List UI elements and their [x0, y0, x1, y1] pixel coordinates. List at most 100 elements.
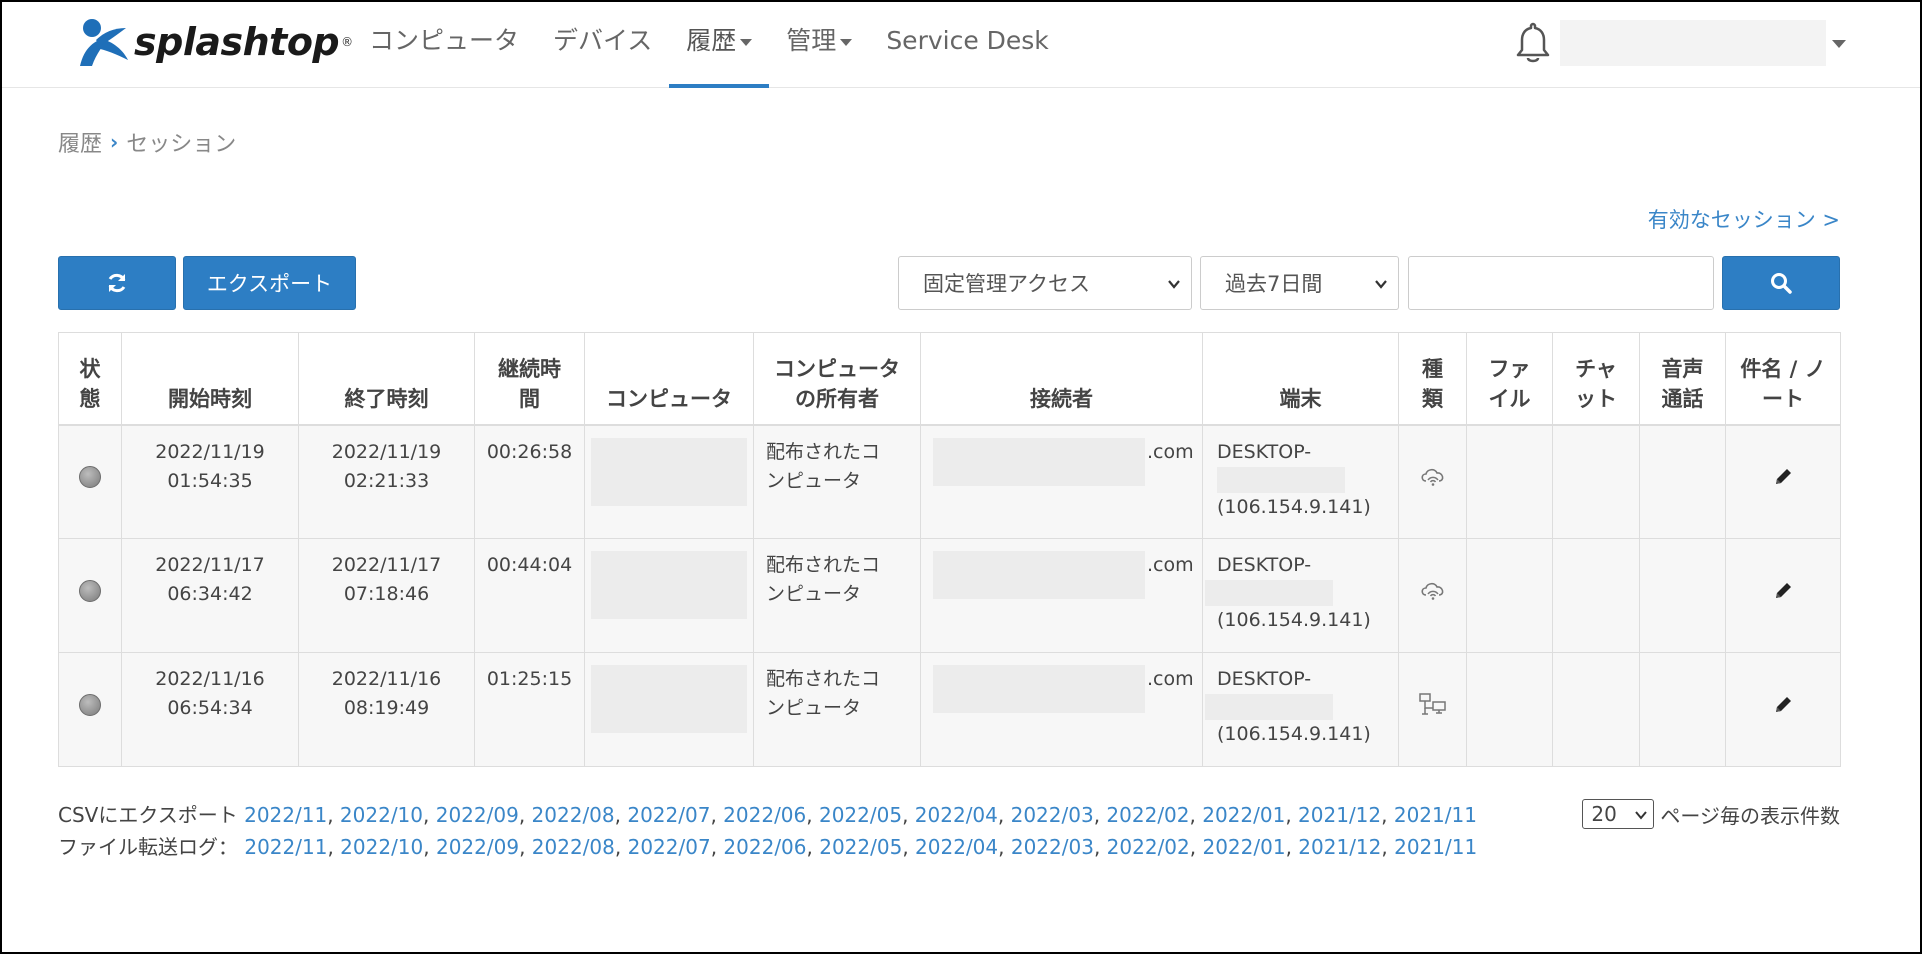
file-log-month-link[interactable]: 2022/08: [532, 835, 615, 859]
redacted-connector-email: [933, 665, 1145, 713]
pencil-edit-icon[interactable]: [1772, 580, 1794, 602]
notification-bell-icon[interactable]: [1512, 20, 1554, 66]
nav-service-desk[interactable]: Service Desk: [869, 2, 1065, 88]
csv-month-link[interactable]: 2022/11: [244, 803, 327, 827]
connector-domain-suffix: .com: [1147, 440, 1194, 463]
col-chat-line1: チャ: [1575, 356, 1617, 381]
file-log-month-link[interactable]: 2022/07: [628, 835, 711, 859]
kind-cell: [1398, 652, 1467, 767]
nav-devices[interactable]: デバイス: [536, 2, 669, 88]
search-button[interactable]: [1722, 256, 1840, 310]
end-cell: 2022/11/19 02:21:33: [298, 424, 475, 539]
file-log-month-link[interactable]: 2022/02: [1107, 835, 1190, 859]
breadcrumb-parent[interactable]: 履歴: [58, 126, 102, 158]
col-end-time[interactable]: 終了時刻: [298, 332, 475, 425]
per-page-select[interactable]: 20: [1582, 799, 1655, 829]
file-log-month-link[interactable]: 2022/09: [436, 835, 519, 859]
nav-computers-label: コンピュータ: [369, 26, 520, 55]
chevron-down-icon[interactable]: [1832, 40, 1846, 48]
csv-month-link[interactable]: 2022/03: [1011, 803, 1094, 827]
note-cell: [1725, 424, 1841, 539]
csv-month-link[interactable]: 2022/02: [1106, 803, 1189, 827]
device-cell: DESKTOP- (106.154.9.141): [1202, 652, 1399, 767]
computer-cell: [584, 538, 754, 653]
export-button[interactable]: エクスポート: [183, 256, 356, 310]
file-cell: [1466, 424, 1553, 539]
col-duration[interactable]: 継続時間: [474, 332, 585, 425]
nav-management[interactable]: 管理: [769, 2, 869, 88]
duration-cell: 01:25:15: [474, 652, 585, 767]
end-time: 02:21:33: [343, 469, 430, 492]
cloud-icon: [1420, 582, 1443, 600]
file-log-label: ファイル転送ログ：: [58, 835, 238, 859]
start-date: 2022/11/17: [155, 554, 265, 576]
col-file[interactable]: ファ イル: [1466, 332, 1553, 425]
col-start-time[interactable]: 開始時刻: [121, 332, 299, 425]
chevron-down-icon: [1635, 811, 1648, 820]
col-chat[interactable]: チャ ット: [1552, 332, 1640, 425]
connector-cell: .com: [920, 424, 1203, 539]
csv-month-link[interactable]: 2022/08: [532, 803, 615, 827]
nav-computers[interactable]: コンピュータ: [352, 2, 536, 88]
file-log-month-link[interactable]: 2021/12: [1298, 835, 1381, 859]
start-time: 01:54:35: [167, 469, 253, 492]
col-owner[interactable]: コンピュータ の所有者: [753, 332, 921, 425]
user-account-menu[interactable]: [1560, 20, 1826, 66]
col-connector[interactable]: 接続者: [920, 332, 1203, 425]
file-log-month-link[interactable]: 2022/06: [723, 835, 806, 859]
nav-history[interactable]: 履歴: [669, 2, 770, 88]
file-log-month-link[interactable]: 2022/04: [915, 835, 998, 859]
search-input[interactable]: [1408, 256, 1714, 310]
end-cell: 2022/11/16 08:19:49: [298, 652, 475, 767]
pencil-edit-icon[interactable]: [1772, 694, 1794, 716]
chevron-right-icon: ›: [110, 130, 119, 154]
start-cell: 2022/11/19 01:54:35: [121, 424, 299, 539]
col-voice-line1: 音声: [1661, 356, 1704, 381]
access-type-select[interactable]: 固定管理アクセス: [898, 256, 1192, 310]
chat-cell: [1552, 424, 1640, 539]
csv-month-link[interactable]: 2022/07: [627, 803, 710, 827]
end-time: 07:18:46: [343, 583, 430, 605]
connector-domain-suffix: .com: [1147, 554, 1194, 576]
period-select[interactable]: 過去7日間: [1200, 256, 1399, 310]
active-sessions-link[interactable]: 有効なセッション >: [1648, 204, 1840, 234]
csv-month-link[interactable]: 2022/09: [436, 803, 519, 827]
device-ip: (106.154.9.141): [1217, 723, 1371, 745]
col-note[interactable]: 件名 / ノート: [1725, 332, 1841, 425]
splashtop-logo[interactable]: splashtop ®: [70, 14, 353, 70]
file-log-month-link[interactable]: 2022/10: [340, 835, 423, 859]
file-log-month-link[interactable]: 2022/03: [1011, 835, 1094, 859]
col-voice[interactable]: 音声 通話: [1639, 332, 1726, 425]
csv-month-link[interactable]: 2022/01: [1202, 803, 1285, 827]
chevron-down-icon: [1375, 280, 1387, 289]
file-log-month-link[interactable]: 2021/11: [1394, 835, 1477, 859]
csv-month-link[interactable]: 2021/12: [1298, 803, 1381, 827]
col-kind[interactable]: 種類: [1398, 332, 1467, 425]
csv-month-link[interactable]: 2022/05: [819, 803, 902, 827]
redacted-computer-name: [591, 437, 747, 506]
refresh-button[interactable]: [58, 256, 176, 310]
note-cell: [1725, 538, 1841, 653]
file-log-month-link[interactable]: 2022/01: [1202, 835, 1285, 859]
col-device[interactable]: 端末: [1202, 332, 1399, 425]
file-log-month-link[interactable]: 2022/11: [244, 835, 327, 859]
sessions-table: 状態 開始時刻 終了時刻 継続時間 コンピュータ コンピュータ の所有者 接続者 …: [58, 332, 1841, 767]
csv-month-link[interactable]: 2022/06: [723, 803, 806, 827]
col-status[interactable]: 状態: [58, 332, 122, 425]
voice-cell: [1639, 538, 1726, 653]
owner-line1: 配布されたコ: [766, 440, 881, 463]
csv-month-link[interactable]: 2021/11: [1394, 803, 1477, 827]
col-file-line2: イル: [1488, 386, 1531, 411]
breadcrumb-current: セッション: [126, 132, 237, 157]
splashtop-logo-icon: [80, 19, 128, 66]
pencil-edit-icon[interactable]: [1772, 466, 1794, 488]
device-ip: (106.154.9.141): [1217, 609, 1371, 631]
redacted-connector-email: [933, 551, 1145, 599]
per-page-control: 20 ページ毎の表示件数: [1582, 799, 1840, 829]
csv-month-link[interactable]: 2022/04: [915, 803, 998, 827]
col-status-line2: 態: [79, 386, 101, 411]
file-log-month-link[interactable]: 2022/05: [819, 835, 902, 859]
device-name: DESKTOP-: [1217, 554, 1312, 576]
csv-month-link[interactable]: 2022/10: [340, 803, 423, 827]
col-computer[interactable]: コンピュータ: [584, 332, 754, 425]
